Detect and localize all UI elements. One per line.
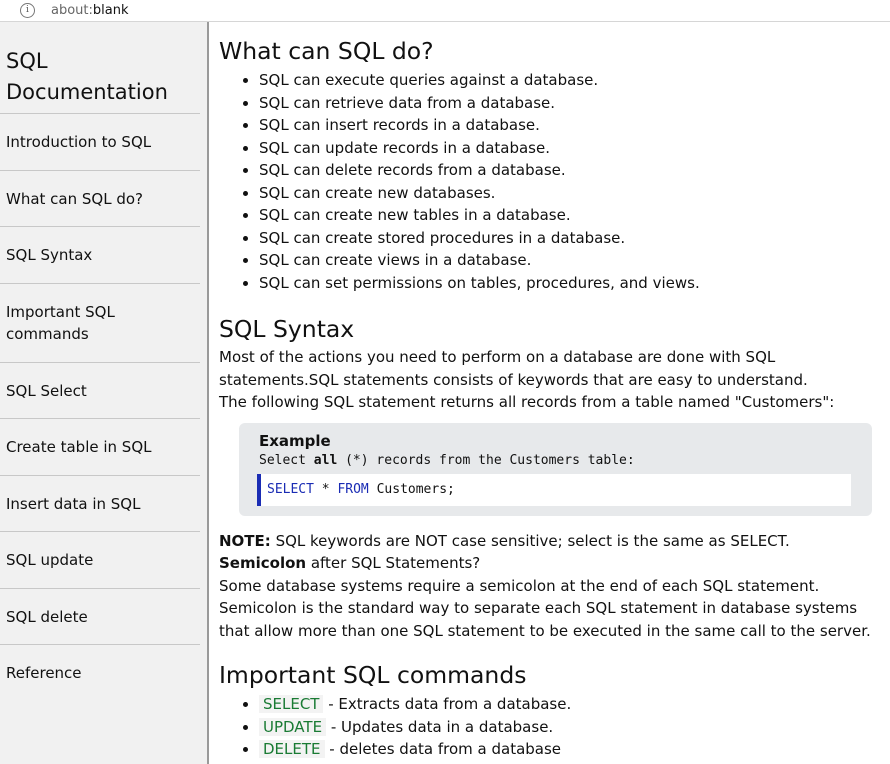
can-do-list: SQL can execute queries against a databa… — [219, 69, 884, 294]
heading-important-commands: Important SQL commands — [219, 661, 527, 689]
url-scheme: about: — [51, 3, 93, 18]
sidebar-item-sql-update[interactable]: SQL update — [0, 532, 200, 589]
sidebar-item-sql-delete[interactable]: SQL delete — [0, 589, 200, 645]
sidebar-item-create-table[interactable]: Create table in SQL — [0, 419, 200, 476]
semicolon-paragraph-line: Some database systems require a semicolo… — [219, 576, 820, 595]
example-box: Example Select all (*) records from the … — [239, 422, 872, 516]
sidebar-item-label: SQL delete — [6, 607, 88, 626]
info-icon[interactable]: i — [20, 3, 35, 18]
address-bar[interactable]: i about:blank — [0, 0, 890, 22]
sidebar-item-label: SQL Select — [6, 381, 87, 400]
list-item: SQL can create new tables in a database. — [259, 204, 884, 227]
sidebar-item-sql-select[interactable]: SQL Select — [0, 363, 200, 419]
semicolon-paragraph-line: Semicolon is the standard way to separat… — [219, 599, 858, 617]
sidebar-title: SQL Documentation — [0, 22, 200, 114]
semicolon-label: Semicolon — [219, 554, 307, 572]
syntax-paragraph-line: Most of the actions you need to perform … — [219, 348, 776, 366]
command-name: UPDATE — [259, 717, 327, 736]
code-table-name: Customers; — [368, 481, 455, 497]
sidebar-item-label: Reference — [6, 664, 82, 682]
example-description: Select all (*) records from the Customer… — [259, 451, 852, 471]
sidebar-item-sql-syntax[interactable]: SQL Syntax — [0, 227, 200, 284]
command-name: DELETE — [259, 740, 325, 758]
syntax-paragraph-line: The following SQL statement returns all … — [219, 393, 835, 411]
commands-list: SELECT - Extracts data from a database. … — [219, 693, 884, 761]
sidebar-item-label: SQL update — [6, 551, 94, 569]
list-item: SQL can create new databases. — [259, 182, 884, 205]
list-item: SQL can create views in a database. — [259, 249, 884, 272]
sidebar-item-label-line2: commands — [6, 325, 89, 343]
sidebar-item-label: Create table in SQL — [6, 438, 152, 456]
url-text[interactable]: about:blank — [51, 3, 129, 18]
list-item: SQL can retrieve data from a database. — [259, 92, 884, 115]
sidebar-item-what-can-sql-do[interactable]: What can SQL do? — [0, 171, 200, 227]
heading-what-can-sql-do: What can SQL do? — [219, 37, 434, 65]
list-item: SQL can update records in a database. — [259, 137, 884, 160]
note-text: SQL keywords are NOT case sensitive; sel… — [270, 531, 790, 550]
example-desc-pre: Select — [259, 452, 314, 468]
semicolon-paragraph-line: that allow more than one SQL statement t… — [219, 621, 871, 640]
semicolon-heading-line: Semicolon after SQL Statements? — [219, 552, 884, 575]
sidebar: SQL Documentation Introduction to SQL Wh… — [0, 22, 209, 764]
url-path: blank — [92, 3, 129, 18]
syntax-paragraph-line: statements.SQL statements consists of ke… — [219, 370, 808, 389]
list-item: SQL can create stored procedures in a da… — [259, 227, 884, 250]
example-desc-post: (*) records from the Customers table: — [337, 452, 635, 468]
sidebar-item-label-line1: Important SQL — [6, 303, 115, 321]
list-item: SQL can delete records from a database. — [259, 159, 884, 182]
sidebar-title-line2: Documentation — [6, 80, 168, 104]
list-item: SQL can set permissions on tables, proce… — [259, 272, 884, 295]
sidebar-item-label: Introduction to SQL — [6, 133, 152, 151]
sidebar-item-insert-data[interactable]: Insert data in SQL — [0, 476, 200, 532]
list-item: DELETE - deletes data from a database — [259, 738, 884, 761]
sidebar-item-label: SQL Syntax — [6, 246, 93, 264]
heading-sql-syntax: SQL Syntax — [219, 315, 355, 343]
sidebar-item-introduction[interactable]: Introduction to SQL — [0, 114, 200, 171]
example-title: Example — [259, 431, 331, 450]
code-keyword-select: SELECT — [267, 481, 314, 497]
code-keyword-from: FROM — [337, 481, 369, 497]
command-description: - Extracts data from a database. — [323, 695, 572, 713]
semicolon-text: after SQL Statements? — [306, 554, 481, 572]
list-item: SELECT - Extracts data from a database. — [259, 693, 884, 716]
sidebar-item-label: Insert data in SQL — [6, 494, 141, 513]
command-name: SELECT — [259, 695, 324, 713]
example-desc-bold: all — [313, 452, 338, 468]
sidebar-item-reference[interactable]: Reference — [0, 645, 200, 701]
note-label: NOTE: — [219, 531, 271, 550]
code-operator: * — [313, 481, 338, 497]
sidebar-item-important-commands[interactable]: Important SQL commands — [0, 284, 200, 363]
sidebar-title-line1: SQL — [6, 49, 48, 73]
command-description: - Updates data in a database. — [326, 717, 554, 736]
list-item: SQL can insert records in a database. — [259, 114, 884, 137]
list-item: SQL can execute queries against a databa… — [259, 69, 884, 92]
command-description: - deletes data from a database — [324, 740, 562, 758]
code-block[interactable]: SELECT * FROM Customers; — [257, 473, 851, 506]
list-item: UPDATE - Updates data in a database. — [259, 716, 884, 739]
main-content: What can SQL do? SQL can execute queries… — [219, 22, 884, 761]
sidebar-item-label: What can SQL do? — [6, 189, 144, 208]
note-line: NOTE: SQL keywords are NOT case sensitiv… — [219, 530, 884, 553]
